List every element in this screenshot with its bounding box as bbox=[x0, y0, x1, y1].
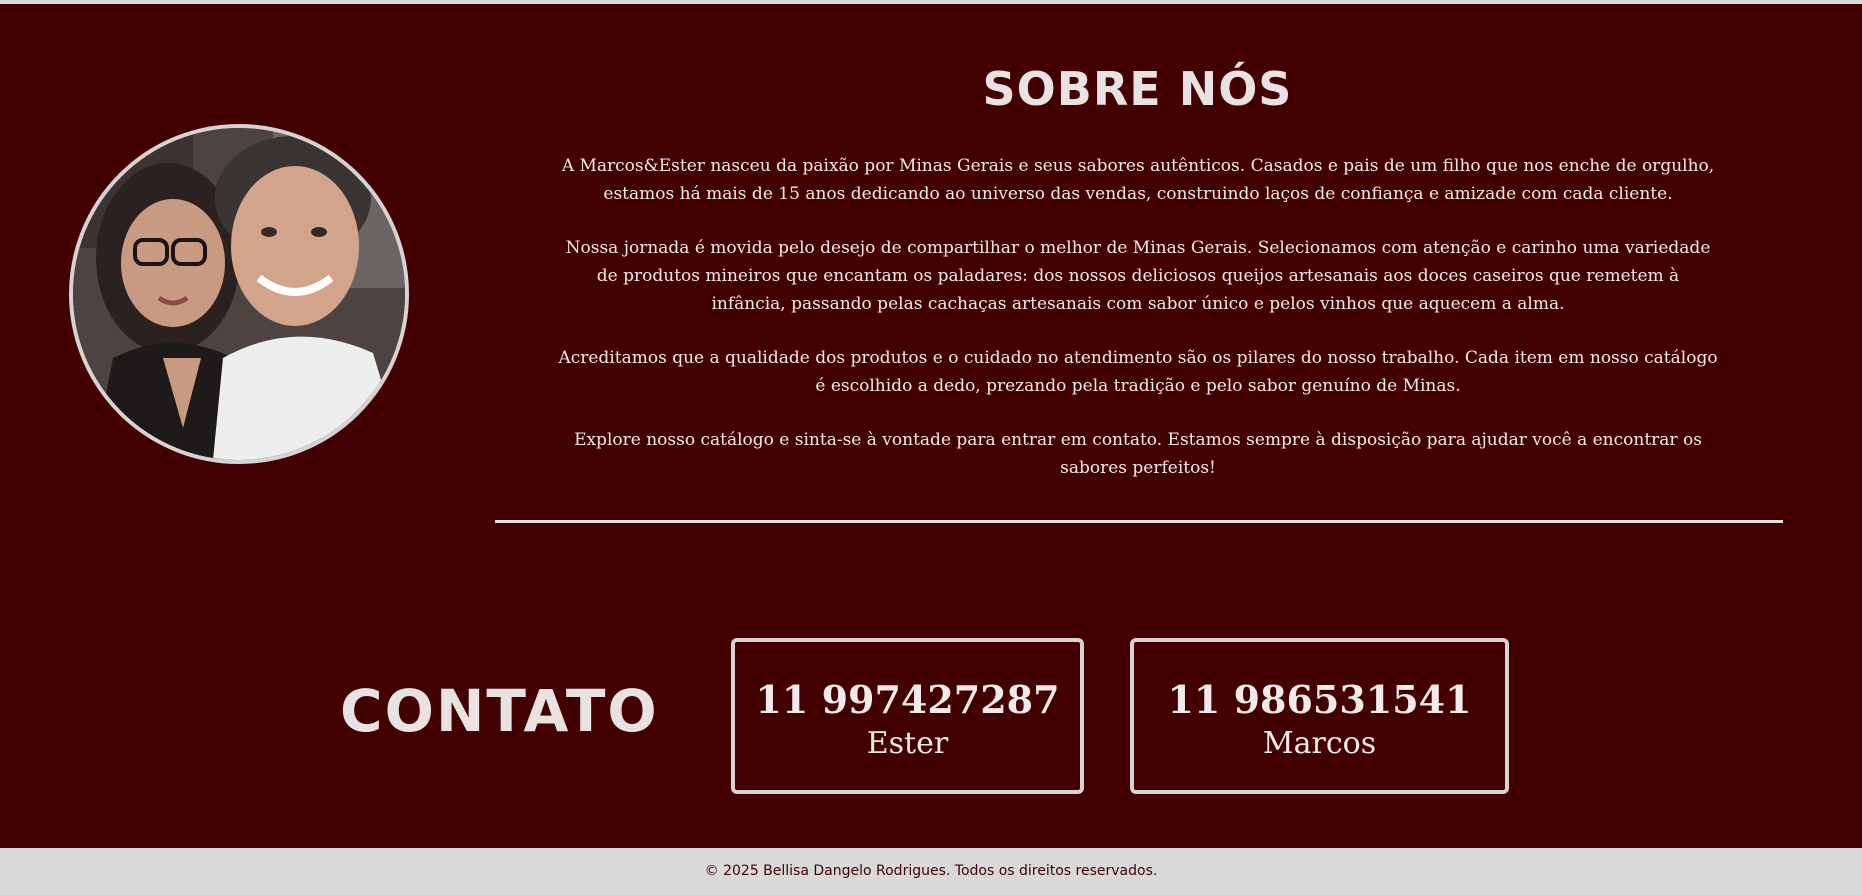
owners-photo bbox=[69, 124, 409, 464]
contact-card-marcos[interactable]: 11 986531541 Marcos bbox=[1130, 638, 1509, 794]
contact-phone: 11 986531541 bbox=[1167, 677, 1472, 722]
about-paragraph: Explore nosso catálogo e sinta-se à vont… bbox=[574, 430, 1702, 478]
about-contact-section: SOBRE NÓS A Marcos&Ester nasceu da paixã… bbox=[0, 4, 1862, 848]
about-paragraph: A Marcos&Ester nasceu da paixão por Mina… bbox=[561, 156, 1715, 204]
section-divider bbox=[495, 520, 1783, 523]
footer: © 2025 Bellisa Dangelo Rodrigues. Todos … bbox=[0, 848, 1862, 895]
contact-card-ester[interactable]: 11 997427287 Ester bbox=[731, 638, 1084, 794]
contact-title: CONTATO bbox=[340, 677, 659, 745]
contact-name: Marcos bbox=[1262, 726, 1377, 761]
about-paragraph: Nossa jornada é movida pelo desejo de co… bbox=[565, 238, 1711, 314]
about-paragraph: Acreditamos que a qualidade dos produtos… bbox=[558, 348, 1718, 396]
about-title: SOBRE NÓS bbox=[982, 62, 1293, 116]
footer-copyright: © 2025 Bellisa Dangelo Rodrigues. Todos … bbox=[704, 863, 1158, 879]
contact-phone: 11 997427287 bbox=[755, 677, 1060, 722]
about-text: A Marcos&Ester nasceu da paixão por Mina… bbox=[558, 152, 1718, 508]
contact-name: Ester bbox=[866, 726, 949, 761]
